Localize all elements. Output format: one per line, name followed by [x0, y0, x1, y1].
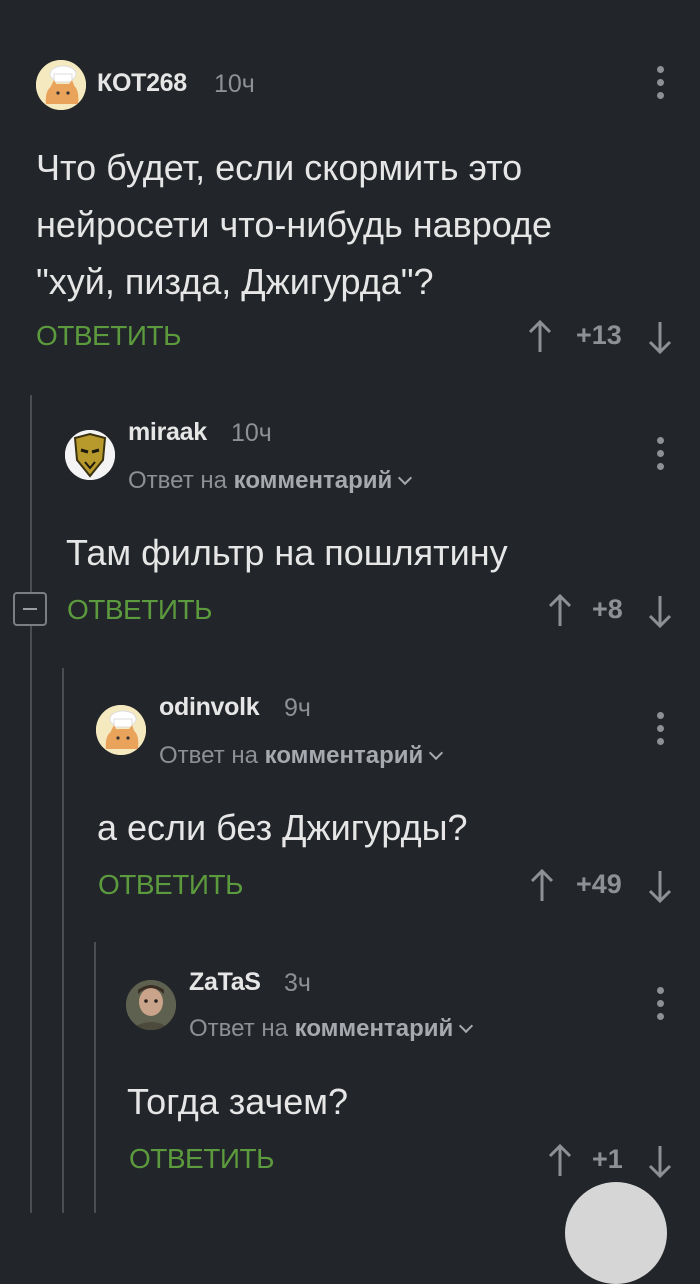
reply-to-target[interactable]: комментарий — [265, 742, 424, 769]
reply-to-prefix: Ответ на — [189, 1015, 288, 1042]
reply-to-prefix: Ответ на — [128, 467, 227, 494]
vote-score: +1 — [592, 1144, 623, 1174]
reply-to-target[interactable]: комментарий — [234, 467, 393, 494]
vote-score: +8 — [592, 594, 623, 624]
reply-button[interactable]: ОТВЕТИТЬ — [36, 320, 181, 352]
vote-controls: +8 — [540, 591, 680, 631]
chevron-down-icon[interactable] — [459, 1018, 474, 1034]
comment-text: а если без Джигурды? — [97, 807, 468, 848]
more-options-icon[interactable] — [648, 987, 672, 1021]
upvote-arrow-icon[interactable] — [522, 866, 562, 906]
upvote-arrow-icon[interactable] — [520, 317, 560, 357]
masked-figure-avatar-icon[interactable] — [65, 430, 115, 480]
reply-to-link[interactable]: Ответ на комментарий — [128, 467, 413, 495]
comment: miraak 10ч Ответ на комментарий Там филь… — [0, 380, 700, 640]
vote-score: +49 — [576, 869, 622, 899]
comment: КОТ268 10ч Что будет, если скормить это … — [0, 0, 700, 380]
vote-controls: +13 — [520, 317, 680, 357]
chevron-down-icon[interactable] — [398, 470, 413, 486]
reply-button[interactable]: ОТВЕТИТЬ — [129, 1143, 274, 1175]
chevron-down-icon[interactable] — [429, 745, 444, 761]
username[interactable]: miraak — [128, 418, 207, 447]
reply-to-target[interactable]: комментарий — [295, 1015, 454, 1042]
downvote-arrow-icon[interactable] — [640, 591, 680, 631]
reply-to-prefix: Ответ на — [159, 742, 258, 769]
comment-text: Там фильтр на пошлятину — [66, 532, 508, 573]
vote-controls: +1 — [540, 1141, 680, 1181]
downvote-arrow-icon[interactable] — [640, 317, 680, 357]
vote-score: +13 — [576, 320, 622, 350]
more-options-icon[interactable] — [648, 66, 672, 100]
username[interactable]: ZaTaS — [189, 968, 261, 997]
comment-time: 3ч — [284, 969, 311, 997]
username[interactable]: КОТ268 — [97, 69, 187, 98]
reply-to-link[interactable]: Ответ на комментарий — [159, 742, 444, 770]
upvote-arrow-icon[interactable] — [540, 1141, 580, 1181]
reply-button[interactable]: ОТВЕТИТЬ — [98, 869, 243, 901]
downvote-arrow-icon[interactable] — [640, 1141, 680, 1181]
comment-time: 10ч — [231, 419, 272, 447]
comment-time: 9ч — [284, 694, 311, 722]
cat-chef-avatar-icon[interactable] — [96, 705, 146, 755]
user-photo-avatar-icon[interactable] — [126, 980, 176, 1030]
comment: odinvolk 9ч Ответ на комментарий а если … — [0, 655, 700, 915]
reply-to-link[interactable]: Ответ на комментарий — [189, 1015, 474, 1043]
floating-action-button[interactable] — [565, 1182, 667, 1284]
cat-chef-avatar-icon[interactable] — [36, 60, 86, 110]
more-options-icon[interactable] — [648, 437, 672, 471]
comment: ZaTaS 3ч Ответ на комментарий Тогда заче… — [0, 930, 700, 1213]
vote-controls: +49 — [522, 866, 680, 906]
comment-text: Тогда зачем? — [127, 1081, 349, 1122]
comment-time: 10ч — [214, 70, 255, 98]
username[interactable]: odinvolk — [159, 693, 260, 722]
reply-button[interactable]: ОТВЕТИТЬ — [67, 594, 212, 626]
downvote-arrow-icon[interactable] — [640, 866, 680, 906]
upvote-arrow-icon[interactable] — [540, 591, 580, 631]
comment-text: Что будет, если скормить это нейросети ч… — [36, 147, 553, 302]
more-options-icon[interactable] — [648, 712, 672, 746]
